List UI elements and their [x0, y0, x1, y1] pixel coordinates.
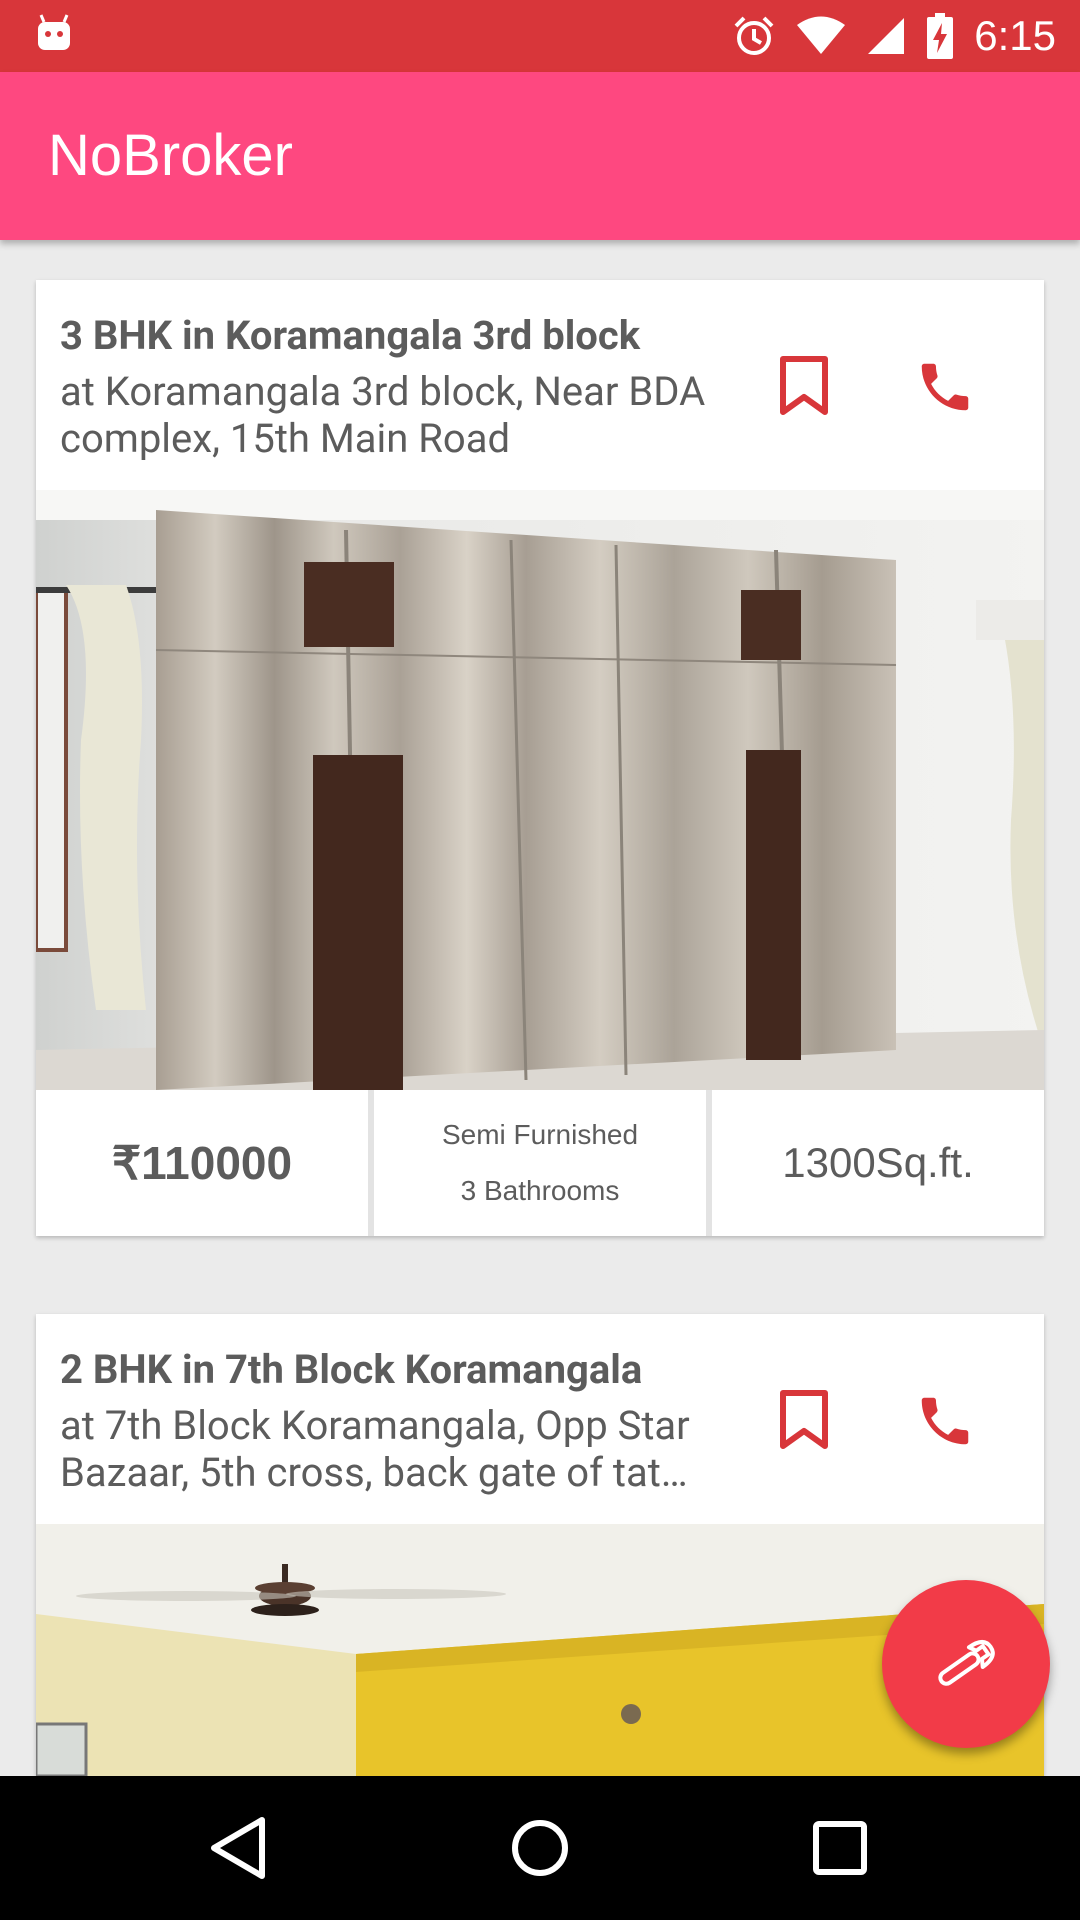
listing-card[interactable]: 3 BHK in Koramangala 3rd block at Korama… — [36, 280, 1044, 1236]
wrench-icon — [938, 1640, 995, 1686]
tools-fab-button[interactable] — [882, 1580, 1050, 1748]
furnishing-label: Semi Furnished — [441, 1119, 639, 1150]
status-bar: 6:15 — [0, 0, 1080, 72]
wardrobe-room-photo[interactable] — [36, 490, 1044, 1090]
phone-icon[interactable] — [914, 356, 976, 418]
status-time: 6:15 — [974, 12, 1056, 59]
back-icon[interactable] — [200, 1808, 280, 1888]
phone-icon[interactable] — [914, 1390, 976, 1452]
details-cell: Semi Furnished 3 Bathrooms — [374, 1090, 706, 1236]
listing-title: 2 BHK in 7th Block Koramangala — [60, 1346, 643, 1393]
app-title: NoBroker — [48, 123, 293, 188]
bookmark-icon[interactable] — [778, 1390, 830, 1450]
alarm-icon — [734, 16, 774, 55]
listing-title: 3 BHK in Koramangala 3rd block — [60, 312, 641, 359]
battery-charging-icon — [927, 13, 954, 59]
listing-header[interactable]: 3 BHK in Koramangala 3rd block at Korama… — [36, 280, 1044, 490]
listing-stats: ₹110000 Semi Furnished 3 Bathrooms 1300S… — [36, 1090, 1044, 1236]
listing-area: 1300Sq.ft. — [782, 1139, 974, 1186]
listing-address: at Koramangala 3rd block, Near BDA compl… — [60, 368, 706, 462]
listing-address: at 7th Block Koramangala, Opp Star Bazaa… — [60, 1402, 690, 1496]
app-bar: NoBroker — [0, 72, 1080, 240]
bathrooms-label: 3 Bathrooms — [460, 1175, 620, 1206]
listing-header[interactable]: 2 BHK in 7th Block Koramangala at 7th Bl… — [36, 1314, 1044, 1524]
recents-icon[interactable] — [800, 1808, 880, 1888]
listing-price: ₹110000 — [111, 1137, 293, 1189]
price-cell: ₹110000 — [36, 1090, 368, 1236]
android-notification-icon — [38, 14, 70, 50]
wifi-icon — [797, 16, 846, 54]
bookmark-icon[interactable] — [778, 356, 830, 416]
home-icon[interactable] — [500, 1808, 580, 1888]
signal-icon — [868, 18, 905, 54]
navigation-bar — [0, 1776, 1080, 1920]
area-cell: 1300Sq.ft. — [712, 1090, 1044, 1236]
